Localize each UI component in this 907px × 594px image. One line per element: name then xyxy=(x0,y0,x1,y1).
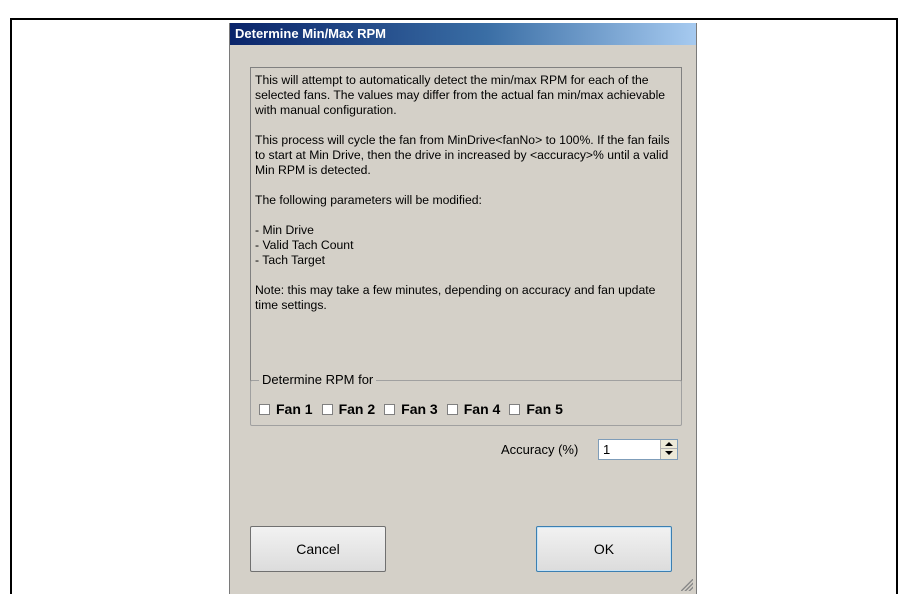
info-text-box: This will attempt to automatically detec… xyxy=(250,67,682,381)
accuracy-spinner[interactable]: 1 xyxy=(598,439,678,460)
page-right-border xyxy=(896,18,898,594)
page-left-border xyxy=(10,18,12,594)
fan-5-checkbox[interactable]: Fan 5 xyxy=(509,401,563,417)
param-item-tach-target: - Tach Target xyxy=(255,253,326,267)
fan-2-checkbox[interactable]: Fan 2 xyxy=(321,401,376,417)
fan-5-label[interactable]: Fan 5 xyxy=(526,401,563,417)
dialog-title: Determine Min/Max RPM xyxy=(230,23,696,45)
resize-grip-icon[interactable] xyxy=(681,579,693,591)
determine-rpm-groupbox: Determine RPM for Fan 1 Fan 2 Fan 3 Fan … xyxy=(250,372,682,426)
fan-3-label[interactable]: Fan 3 xyxy=(401,401,438,417)
fan-2-label[interactable]: Fan 2 xyxy=(339,401,376,417)
checkbox-box[interactable] xyxy=(384,403,396,415)
accuracy-label: Accuracy (%) xyxy=(501,442,579,457)
spin-up-arrow-icon[interactable] xyxy=(661,440,677,449)
cancel-button[interactable]: Cancel xyxy=(250,526,386,572)
info-note: Note: this may take a few minutes, depen… xyxy=(255,283,656,312)
info-paragraph-3: The following parameters will be modifie… xyxy=(255,193,482,207)
spinner-buttons xyxy=(660,440,677,459)
info-paragraph-1: This will attempt to automatically detec… xyxy=(255,73,666,117)
param-item-min-drive: - Min Drive xyxy=(255,223,314,237)
param-item-valid-tach-count: - Valid Tach Count xyxy=(255,238,354,252)
info-paragraph-2: This process will cycle the fan from Min… xyxy=(255,133,670,177)
spin-down-arrow-icon[interactable] xyxy=(661,449,677,458)
fan-3-checkbox[interactable]: Fan 3 xyxy=(384,401,438,417)
groupbox-legend: Determine RPM for xyxy=(259,372,377,388)
fan-1-checkbox[interactable]: Fan 1 xyxy=(259,401,313,417)
checkbox-box[interactable] xyxy=(446,403,458,415)
determine-rpm-dialog: Determine Min/Max RPM This will attempt … xyxy=(229,23,697,594)
fan-4-checkbox[interactable]: Fan 4 xyxy=(446,401,501,417)
ok-button[interactable]: OK xyxy=(536,526,672,572)
checkbox-box[interactable] xyxy=(509,403,521,415)
checkbox-box[interactable] xyxy=(259,403,270,415)
accuracy-value[interactable]: 1 xyxy=(603,442,610,458)
fan-4-label[interactable]: Fan 4 xyxy=(464,401,501,417)
page-top-border xyxy=(10,18,898,20)
checkbox-box[interactable] xyxy=(321,403,333,415)
fan-1-label[interactable]: Fan 1 xyxy=(276,401,313,417)
fan-checkbox-row: Fan 1 Fan 2 Fan 3 Fan 4 Fan 5 xyxy=(259,401,572,417)
